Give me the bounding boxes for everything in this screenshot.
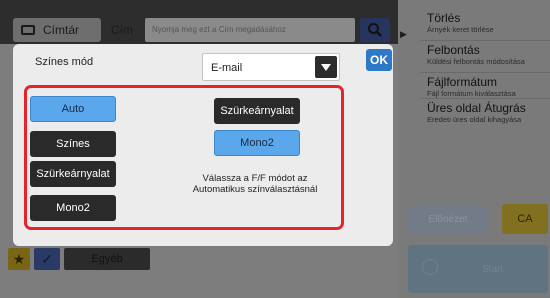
- divider: [420, 98, 550, 99]
- sidebar-expand-icon[interactable]: ▶: [400, 29, 407, 40]
- other-button[interactable]: Egyéb: [64, 248, 150, 270]
- ca-button[interactable]: CA: [502, 204, 548, 234]
- sidebar-item-title: Törlés: [427, 11, 461, 25]
- mode-grayscale-button[interactable]: Szürkeárnyalat: [30, 161, 116, 187]
- sidebar-item-resolution[interactable]: Felbontás Küldési felbontás módosítása: [427, 44, 547, 67]
- address-book-icon: [21, 25, 35, 35]
- preview-label: Előnézet: [428, 213, 468, 225]
- sidebar-item-title: Felbontás: [427, 43, 480, 57]
- other-label: Egyéb: [91, 253, 123, 265]
- sidebar-item-subtitle: Küldési felbontás módosítása: [427, 57, 525, 66]
- start-label: Start: [482, 264, 504, 275]
- checkmark-icon: ✓: [41, 251, 53, 267]
- dialog-title: Színes mód: [35, 56, 94, 68]
- sidebar-item-blank-page-skip[interactable]: Üres oldal Átugrás Eredeti üres oldal ki…: [427, 102, 547, 125]
- ok-button[interactable]: OK: [366, 49, 392, 71]
- auto-color-note: Válassza a F/F módot az Automatikus szín…: [165, 173, 345, 195]
- start-button[interactable]: Start: [408, 245, 548, 293]
- auto-mono2-button[interactable]: Mono2: [214, 130, 300, 156]
- favorite-button[interactable]: ★: [8, 248, 30, 270]
- destination-select[interactable]: E-mail: [202, 53, 340, 81]
- address-book-button[interactable]: Címtár: [13, 18, 101, 42]
- sidebar-item-subtitle: Árnyék keret törlése: [427, 25, 494, 34]
- star-icon: ★: [12, 251, 26, 267]
- note-line: Válassza a F/F módot az: [202, 173, 308, 184]
- sidebar-item-subtitle: Eredeti üres oldal kihagyása: [427, 115, 522, 124]
- start-icon: [422, 259, 438, 275]
- select-value: E-mail: [211, 62, 243, 74]
- mode-color-button[interactable]: Színes: [30, 131, 116, 157]
- address-label: Cím: [111, 23, 133, 37]
- search-icon: [368, 23, 382, 37]
- sidebar-item-file-format[interactable]: Fájlformátum Fájl formátum kiválasztása: [427, 76, 547, 99]
- auto-grayscale-button[interactable]: Szürkeárnyalat: [214, 98, 300, 124]
- address-input[interactable]: Nyomja meg ezt a Cím megadásához: [145, 18, 355, 42]
- mode-auto-button[interactable]: Auto: [30, 96, 116, 122]
- divider: [420, 72, 550, 73]
- note-line: Automatikus színválasztásnál: [192, 184, 318, 195]
- dropdown-arrow-icon[interactable]: [315, 56, 337, 78]
- sidebar-item-title: Fájlformátum: [427, 75, 498, 89]
- preview-button[interactable]: Előnézet: [408, 205, 488, 233]
- sidebar-item-erase[interactable]: Törlés Árnyék keret törlése: [427, 12, 547, 35]
- check-button[interactable]: ✓: [34, 248, 60, 270]
- search-button[interactable]: [360, 18, 390, 42]
- ca-label: CA: [517, 213, 533, 225]
- address-book-label: Címtár: [43, 23, 79, 37]
- sidebar-item-title: Üres oldal Átugrás: [427, 101, 526, 115]
- divider: [420, 40, 550, 41]
- mode-mono2-button[interactable]: Mono2: [30, 195, 116, 221]
